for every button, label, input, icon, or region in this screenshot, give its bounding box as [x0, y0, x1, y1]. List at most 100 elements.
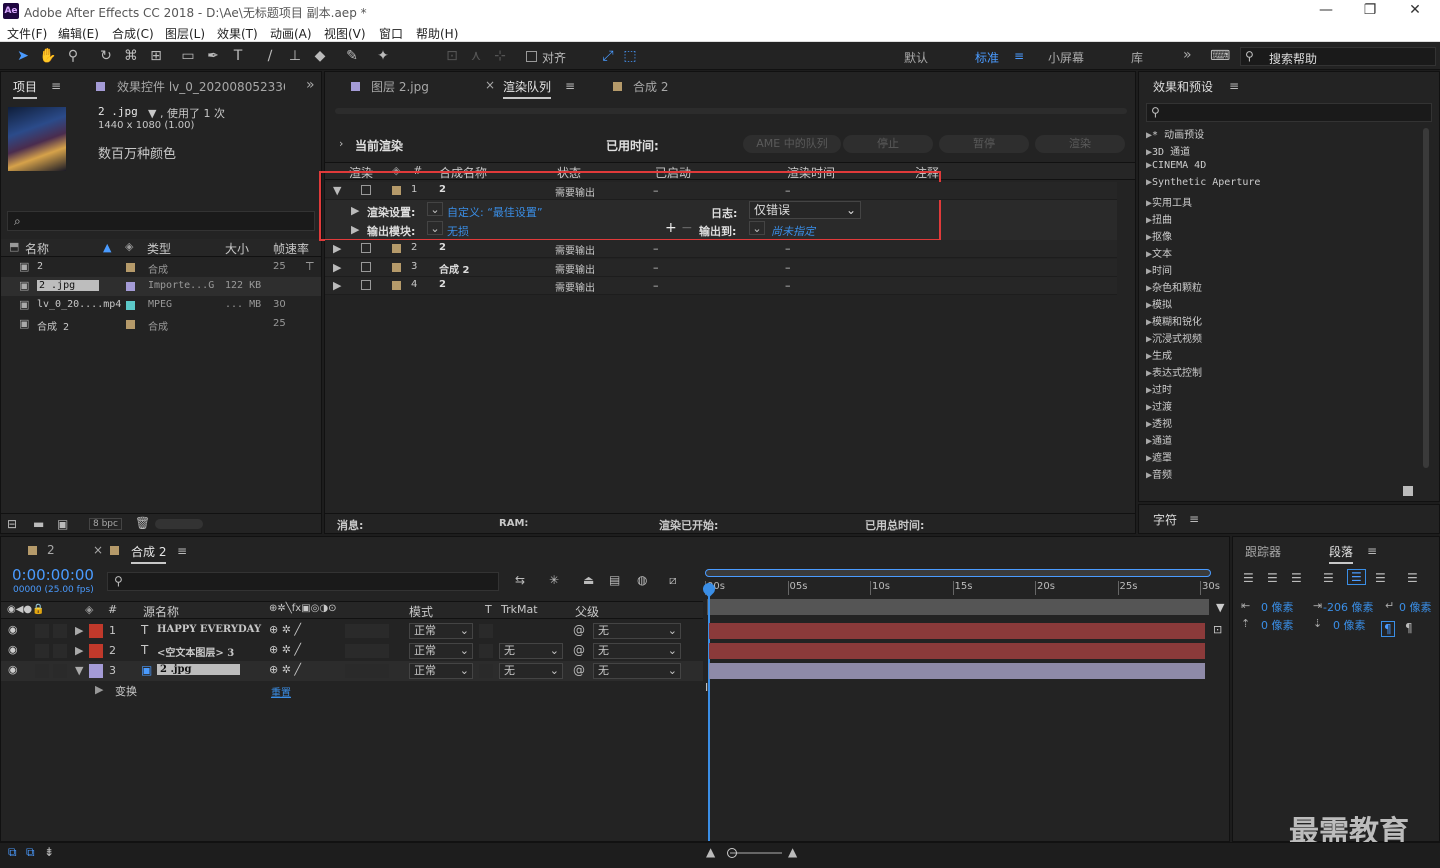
effects-category[interactable]: ▶模拟: [1146, 296, 1172, 311]
effects-category[interactable]: ▶Synthetic Aperture: [1146, 177, 1260, 188]
blend-mode-dropdown[interactable]: 正常 ⌄: [409, 643, 473, 659]
help-search-input[interactable]: ⚲ 搜索帮助: [1240, 47, 1436, 66]
menu-animation[interactable]: 动画(A): [270, 25, 312, 42]
menu-composition[interactable]: 合成(C): [112, 25, 154, 42]
lock-toggle[interactable]: [53, 664, 67, 678]
world-axis-icon[interactable]: ⋏: [466, 46, 486, 66]
effects-category[interactable]: ▶扭曲: [1146, 211, 1172, 226]
indent-left-value[interactable]: 0 像素: [1261, 599, 1294, 615]
rotate-tool-icon[interactable]: ↻: [96, 46, 116, 66]
work-area-range[interactable]: [707, 599, 1209, 615]
menu-window[interactable]: 窗口: [379, 25, 403, 42]
comp-marker-icon[interactable]: ▼: [1216, 601, 1224, 614]
workspace-libraries[interactable]: 库: [1131, 49, 1143, 66]
lock-toggle[interactable]: [53, 644, 67, 658]
tab-close-icon[interactable]: ×: [485, 78, 495, 92]
project-item[interactable]: ▣ lv_0_20....mp4 MPEG ... MB 30: [1, 296, 321, 315]
timeline-layer[interactable]: ◉ ▶ 2 T <空文本图层> 3 ⊕ ✲ ╱ 正常 ⌄ 无 ⌄ @ 无 ⌄: [1, 641, 703, 661]
render-menu-icon[interactable]: ≡: [565, 79, 575, 93]
effects-category[interactable]: ▶时间: [1146, 262, 1172, 277]
pan-behind-tool-icon[interactable]: ⊞: [146, 46, 166, 66]
render-item[interactable]: ▶ 3 合成 2 需要输出 – –: [325, 259, 1117, 277]
render-comp-name[interactable]: 2: [439, 279, 446, 290]
effects-category[interactable]: ▶实用工具: [1146, 194, 1192, 209]
local-axis-icon[interactable]: ⊡: [442, 46, 462, 66]
expand-icon[interactable]: ▶: [333, 279, 341, 292]
snap-feature-icon[interactable]: ⤢: [598, 46, 618, 66]
view-axis-icon[interactable]: ⊹: [490, 46, 510, 66]
layer-name[interactable]: <空文本图层> 3: [157, 644, 234, 659]
rectangle-tool-icon[interactable]: ▭: [178, 46, 198, 66]
current-time[interactable]: 0:00:00:00: [12, 566, 94, 584]
ame-queue-button[interactable]: AME 中的队列: [743, 135, 841, 153]
trash-icon[interactable]: 🗑: [135, 516, 150, 530]
effects-category[interactable]: ▶过时: [1146, 381, 1172, 396]
effects-category[interactable]: ▶遮罩: [1146, 449, 1172, 464]
new-folder-icon[interactable]: ▬: [33, 517, 44, 531]
layer-switches-icon[interactable]: ⊕ ✲ ╱: [269, 623, 301, 636]
audio-toggle[interactable]: [35, 644, 49, 658]
expand-current-icon[interactable]: ›: [339, 137, 343, 150]
tab-layer[interactable]: 图层 2.jpg: [371, 78, 429, 95]
render-checkbox[interactable]: [361, 262, 371, 272]
character-menu-icon[interactable]: ≡: [1189, 512, 1199, 526]
col-fps[interactable]: 帧速率: [273, 240, 309, 257]
pen-tool-icon[interactable]: ✒: [203, 46, 223, 66]
effects-category[interactable]: ▶生成: [1146, 347, 1172, 362]
close-button[interactable]: ✕: [1395, 2, 1435, 18]
motion-blur-icon[interactable]: ◍: [637, 573, 647, 587]
timeline-layer[interactable]: ◉ ▼ 3 ▣ 2 .jpg ⊕ ✲ ╱ 正常 ⌄ 无 ⌄ @ 无 ⌄: [1, 661, 703, 681]
snap-edge-icon[interactable]: ⬚: [620, 46, 640, 66]
timeline-menu-icon[interactable]: ≡: [177, 544, 187, 558]
indent-right-value[interactable]: -206 像素: [1323, 599, 1373, 615]
selection-tool-icon[interactable]: ➤: [13, 46, 33, 66]
zoom-tool-icon[interactable]: ⚲: [63, 46, 83, 66]
tab-render-queue[interactable]: 渲染队列: [503, 78, 552, 99]
flowchart-icon[interactable]: ⊤: [305, 260, 315, 273]
align-right-icon[interactable]: ☰: [1291, 571, 1302, 585]
col-source-name[interactable]: 源名称: [143, 603, 179, 620]
expand-transform-icon[interactable]: ▶: [95, 683, 103, 696]
tab-project[interactable]: 项目: [13, 78, 38, 99]
graph-editor-icon[interactable]: ⧄: [669, 573, 677, 588]
pick-whip-icon[interactable]: @: [573, 663, 585, 677]
comp-button-icon[interactable]: ⊡: [1213, 623, 1222, 636]
shy-layers-icon[interactable]: ⏏: [583, 573, 594, 587]
render-item[interactable]: ▶ 4 2 需要输出 – –: [325, 277, 1117, 295]
visibility-eye-icon[interactable]: ◉: [8, 663, 18, 676]
effects-scrollbar[interactable]: [1423, 128, 1429, 468]
collapse-layer-icon[interactable]: ▼: [75, 664, 83, 677]
parent-dropdown[interactable]: 无 ⌄: [593, 663, 681, 679]
tab-comp2[interactable]: 合成 2: [633, 78, 668, 95]
effects-category[interactable]: ▶通道: [1146, 432, 1172, 447]
paragraph-menu-icon[interactable]: ≡: [1367, 544, 1377, 558]
blend-mode-dropdown[interactable]: 正常 ⌄: [409, 623, 473, 639]
snap-checkbox[interactable]: [526, 51, 537, 62]
pick-whip-icon[interactable]: @: [573, 623, 585, 637]
project-item[interactable]: ▣ 2 合成 25 ⊤: [1, 258, 321, 277]
audio-toggle[interactable]: [35, 664, 49, 678]
workspace-default[interactable]: 默认: [904, 49, 928, 66]
roto-brush-tool-icon[interactable]: ✎: [342, 46, 362, 66]
effects-category[interactable]: ▶CINEMA 4D: [1146, 160, 1206, 171]
sync-settings-icon[interactable]: ⌨: [1210, 46, 1230, 66]
space-after-value[interactable]: 0 像素: [1333, 617, 1366, 633]
layer-name[interactable]: HAPPY EVERYDAY: [157, 624, 261, 635]
zoom-in-icon[interactable]: ▲: [788, 845, 797, 859]
justify-right-icon[interactable]: ☰: [1375, 571, 1386, 585]
lock-toggle[interactable]: [53, 624, 67, 638]
trkmat-dropdown[interactable]: 无 ⌄: [499, 663, 563, 679]
toggle-stretch-icon[interactable]: ⇟: [44, 845, 54, 859]
tab-timeline-comp2[interactable]: 合成 2: [131, 543, 167, 564]
col-parent[interactable]: 父级: [575, 603, 599, 620]
tab-effect-controls[interactable]: 效果控件 lv_0_2020080523360: [117, 78, 285, 95]
hand-tool-icon[interactable]: ✋: [38, 46, 58, 66]
render-label-swatch[interactable]: [392, 281, 401, 290]
render-label-swatch[interactable]: [392, 244, 401, 253]
zoom-slider-handle[interactable]: [727, 848, 737, 858]
new-comp-icon[interactable]: ▣: [57, 517, 68, 531]
project-more[interactable]: »: [306, 77, 315, 93]
pause-button[interactable]: 暂停: [939, 135, 1029, 153]
frame-blending-icon[interactable]: ▤: [609, 573, 620, 587]
col-size[interactable]: 大小: [225, 240, 249, 257]
